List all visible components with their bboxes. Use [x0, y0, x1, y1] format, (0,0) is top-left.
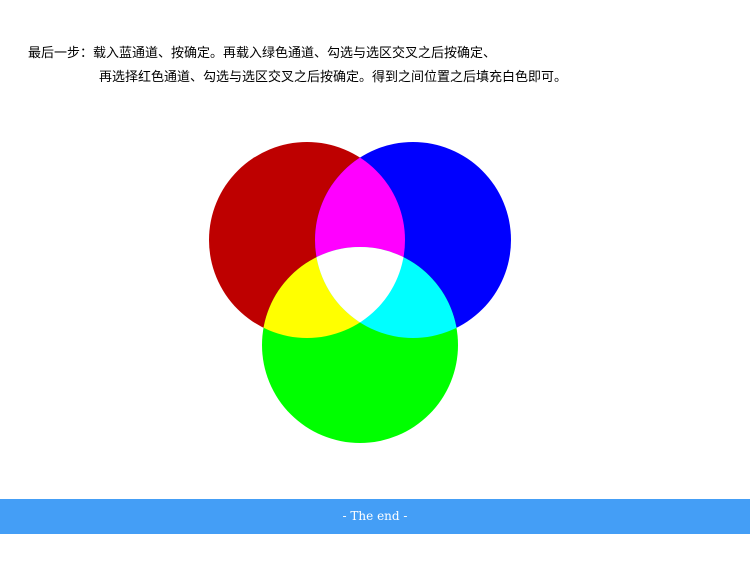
- footer-banner: - The end -: [0, 499, 750, 534]
- color-venn-diagram: [209, 142, 511, 443]
